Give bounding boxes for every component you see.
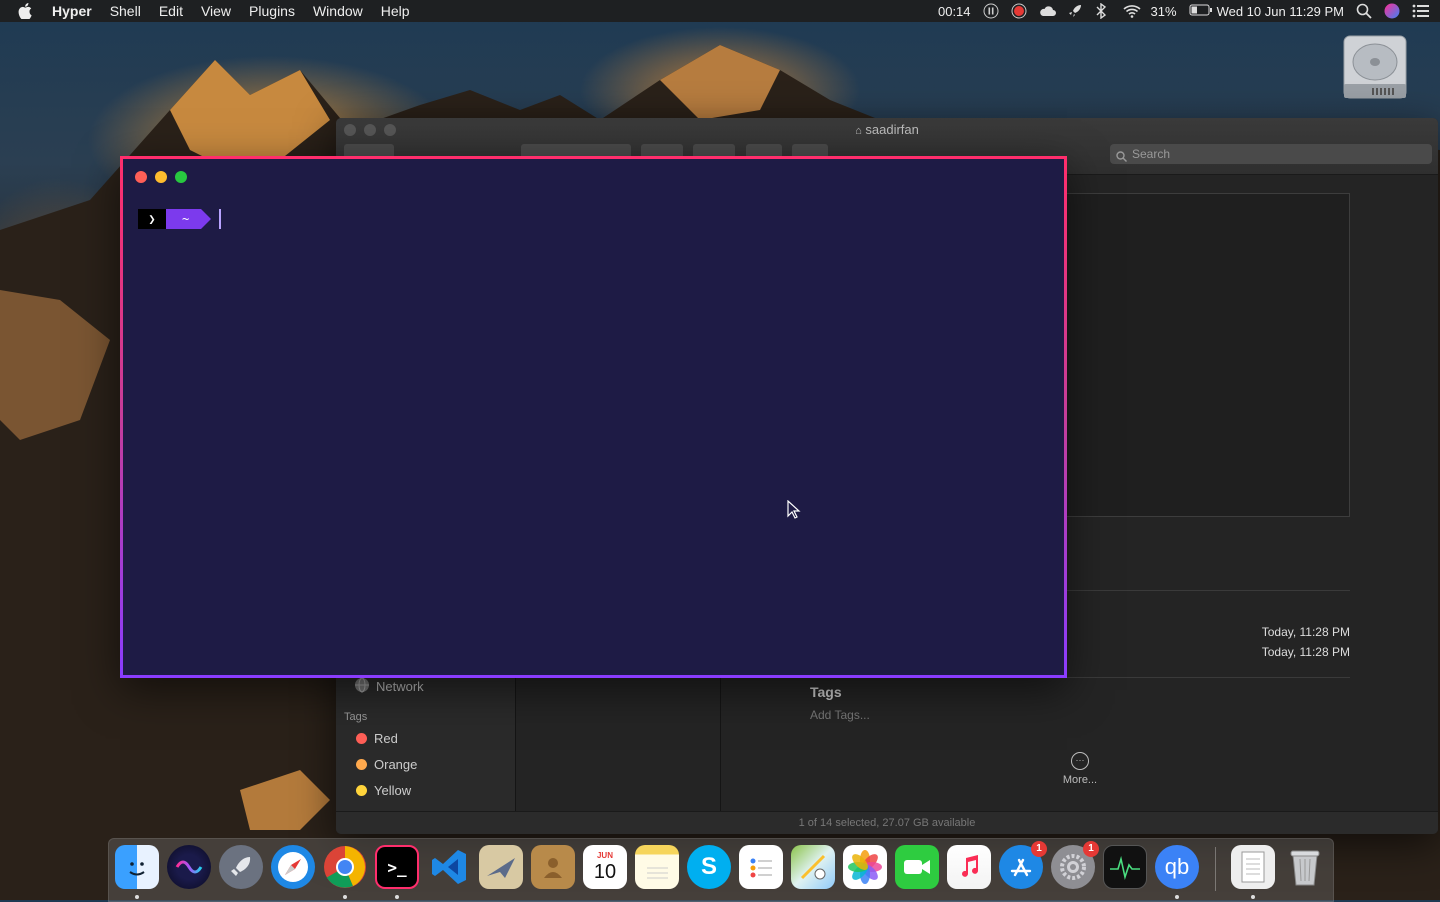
- sidebar-tag-orange[interactable]: Orange: [356, 757, 417, 772]
- menu-edit[interactable]: Edit: [159, 3, 183, 19]
- running-indicator: [1175, 895, 1179, 899]
- menu-app-name[interactable]: Hyper: [52, 3, 92, 19]
- dock-trash-icon[interactable]: [1283, 845, 1327, 889]
- dock-launchpad-icon[interactable]: [219, 845, 263, 889]
- battery-icon[interactable]: [1189, 3, 1212, 19]
- dock-music-icon[interactable]: [947, 845, 991, 889]
- ellipsis-icon: ···: [1071, 752, 1089, 770]
- info-tags-heading: Tags: [810, 684, 842, 700]
- modified-date: Today, 11:28 PM: [1261, 645, 1350, 659]
- dock-qbittorrent-icon[interactable]: qb: [1155, 845, 1199, 889]
- info-divider: [1066, 677, 1350, 678]
- bluetooth-icon[interactable]: [1095, 2, 1111, 20]
- orange-tag-dot: [356, 759, 367, 770]
- hyper-zoom-button[interactable]: [175, 171, 187, 183]
- terminal-prompt-icon: >_: [387, 857, 407, 877]
- dock-app-store-icon[interactable]: 1: [999, 841, 1047, 889]
- system-preferences-badge: 1: [1083, 841, 1099, 857]
- menu-bar: Hyper Shell Edit View Plugins Window Hel…: [0, 0, 1440, 22]
- cloud-icon[interactable]: [1039, 3, 1056, 19]
- dock-system-preferences-icon[interactable]: 1: [1051, 841, 1099, 889]
- hyper-traffic-lights: [135, 171, 187, 183]
- yellow-tag-dot: [356, 785, 367, 796]
- running-indicator: [343, 895, 347, 899]
- rocket-icon[interactable]: [1067, 3, 1083, 19]
- menu-plugins[interactable]: Plugins: [249, 3, 295, 19]
- sidebar-tag-red[interactable]: Red: [356, 731, 398, 746]
- record-icon[interactable]: [1011, 3, 1027, 19]
- battery-percent: 31%: [1150, 3, 1177, 19]
- dock-skype-icon[interactable]: S: [687, 845, 731, 889]
- home-icon: ⌂: [855, 125, 862, 137]
- dock-calendar-icon[interactable]: JUN 10: [583, 845, 627, 889]
- more-button[interactable]: ··· More...: [1058, 752, 1102, 786]
- sidebar-tag-yellow[interactable]: Yellow: [356, 783, 411, 798]
- preview-thumbnail: [1066, 193, 1350, 517]
- search-icon: [1116, 148, 1127, 168]
- running-indicator: [395, 895, 399, 899]
- info-divider: [1066, 590, 1350, 591]
- sidebar-tags-heading: Tags: [344, 711, 368, 723]
- finder-title: ⌂ saadirfan: [855, 122, 919, 137]
- notification-center-icon[interactable]: [1412, 3, 1429, 19]
- dock-document-icon[interactable]: [1231, 845, 1275, 889]
- globe-icon: [354, 677, 370, 696]
- shell-prompt[interactable]: ❯ ~: [138, 208, 222, 230]
- app-store-badge: 1: [1031, 841, 1047, 857]
- qbittorrent-label: qb: [1164, 854, 1190, 879]
- hard-drive-icon[interactable]: [1342, 32, 1408, 102]
- wifi-icon[interactable]: [1122, 3, 1141, 19]
- dock-chrome-icon[interactable]: [323, 845, 367, 889]
- spotlight-search-icon[interactable]: [1356, 3, 1372, 19]
- dock-siri-icon[interactable]: [167, 845, 211, 889]
- menu-help[interactable]: Help: [381, 3, 410, 19]
- finder-status-bar: 1 of 14 selected, 27.07 GB available: [336, 811, 1438, 834]
- hyper-minimize-button[interactable]: [155, 171, 167, 183]
- siri-icon[interactable]: [1384, 3, 1400, 19]
- running-indicator: [135, 895, 139, 899]
- dock-vscode-icon[interactable]: [427, 845, 471, 889]
- running-indicator: [1251, 895, 1255, 899]
- created-date: Today, 11:28 PM: [1261, 625, 1350, 639]
- sidebar-item-network[interactable]: Network: [354, 677, 424, 696]
- menu-shell[interactable]: Shell: [110, 3, 141, 19]
- dock-finder-icon[interactable]: [115, 845, 159, 889]
- dock-facetime-icon[interactable]: [895, 845, 939, 889]
- dock-separator: [1215, 847, 1216, 891]
- dock-hyper-icon[interactable]: >_: [375, 845, 419, 889]
- dock-contacts-icon[interactable]: [531, 845, 575, 889]
- mouse-pointer-icon: [787, 499, 801, 525]
- timer-status[interactable]: 00:14: [938, 4, 971, 19]
- dock-activity-monitor-icon[interactable]: [1103, 845, 1147, 889]
- hyper-close-button[interactable]: [135, 171, 147, 183]
- dock: >_ JUN 10 S 1 1 qb: [108, 838, 1334, 902]
- pause-icon[interactable]: [983, 3, 999, 19]
- prompt-path: ~: [166, 209, 212, 229]
- menu-window[interactable]: Window: [313, 3, 363, 19]
- menu-clock[interactable]: Wed 10 Jun 11:29 PM: [1217, 4, 1344, 19]
- dock-notes-icon[interactable]: [635, 845, 679, 889]
- calendar-day: 10: [593, 861, 617, 883]
- dock-safari-icon[interactable]: [271, 845, 315, 889]
- calendar-month: JUN: [596, 851, 613, 860]
- finder-search-input[interactable]: Search: [1110, 144, 1432, 164]
- dock-photos-icon[interactable]: [843, 845, 887, 889]
- red-tag-dot: [356, 733, 367, 744]
- add-tags-field[interactable]: Add Tags...: [810, 708, 870, 722]
- text-cursor: [219, 209, 222, 229]
- hyper-terminal-window[interactable]: ❯ ~: [120, 156, 1067, 678]
- dock-maps-icon[interactable]: [791, 845, 835, 889]
- dock-mail-icon[interactable]: [479, 845, 523, 889]
- apple-icon[interactable]: [18, 3, 38, 19]
- menu-view[interactable]: View: [201, 3, 231, 19]
- prompt-symbol: ❯: [138, 209, 166, 229]
- dock-reminders-icon[interactable]: [739, 845, 783, 889]
